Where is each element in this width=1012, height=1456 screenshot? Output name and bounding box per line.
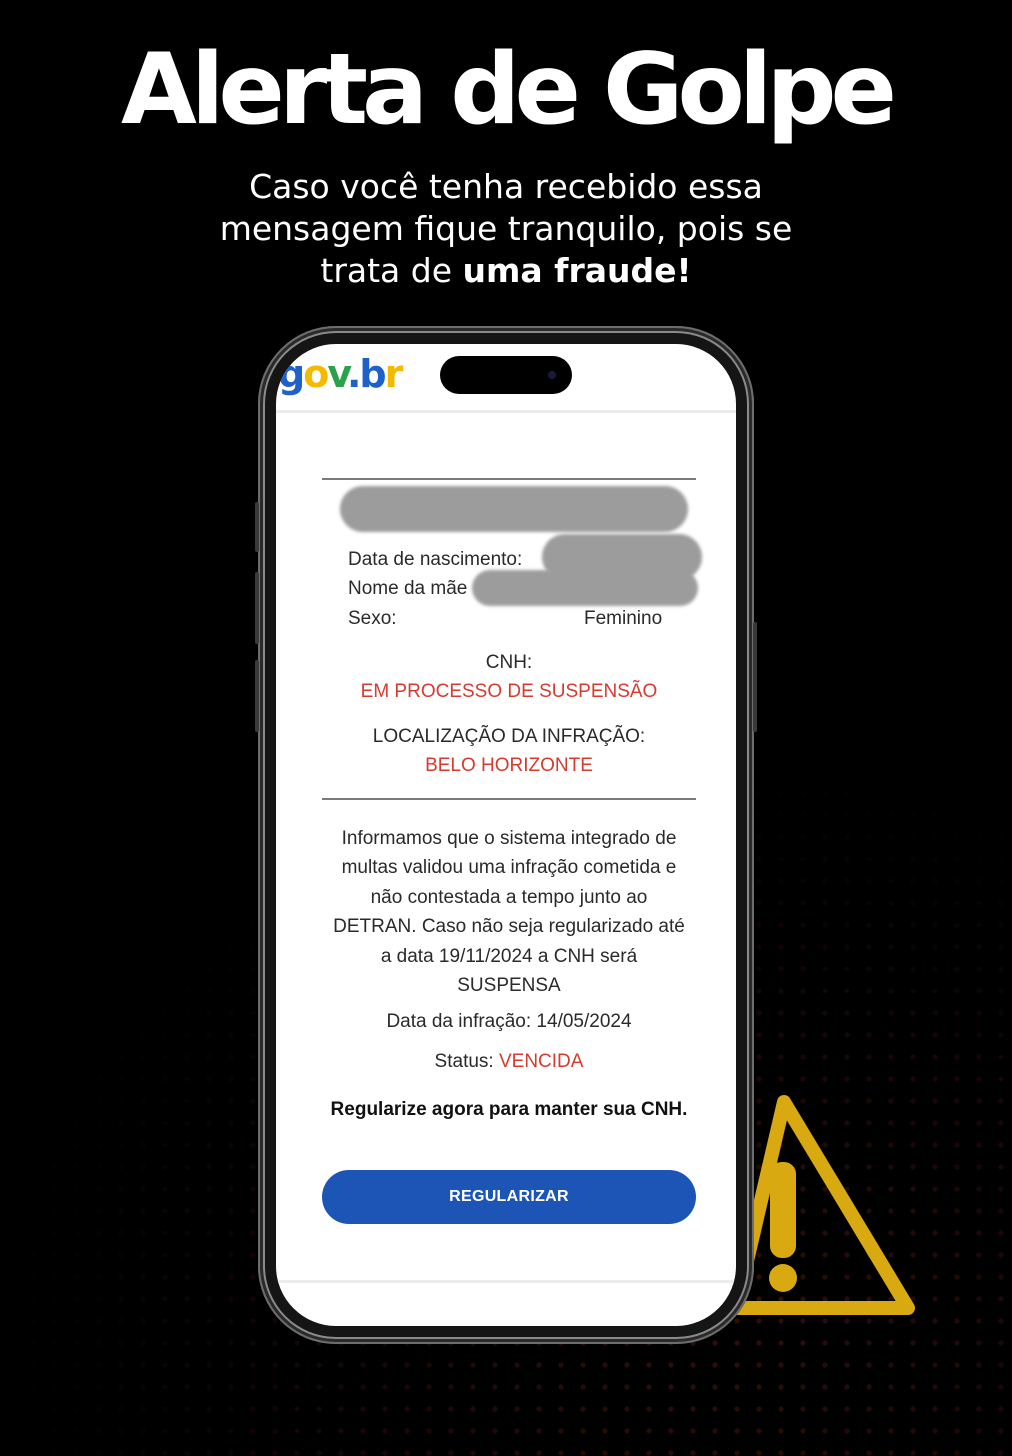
divider-top: [322, 478, 696, 480]
phone-side-button-2: [255, 572, 259, 644]
sex-value: Feminino: [584, 608, 663, 629]
subtitle-line-3: trata de uma fraude!: [150, 250, 862, 292]
notice-line: DETRAN. Caso não seja regularizado até: [333, 916, 685, 938]
notice-line: a data 19/11/2024 a CNH será: [380, 945, 638, 967]
front-camera: [548, 371, 556, 379]
phone-screen: gov.br Data de nascimento: Nome da mãe S…: [276, 344, 736, 1326]
phone-side-button-3: [255, 660, 259, 732]
notice-line: Informamos que o sistema integrado de: [341, 828, 677, 849]
redacted-mother-name: [472, 570, 698, 606]
birth-date-label: Data de nascimento:: [348, 549, 523, 570]
phone-power-button: [753, 622, 757, 732]
mother-name-label: Nome da mãe: [348, 578, 468, 599]
notice-line: não contestada a tempo junto ao: [370, 886, 648, 908]
location-value: BELO HORIZONTE: [425, 755, 593, 776]
phone-mockup: gov.br Data de nascimento: Nome da mãe S…: [255, 326, 757, 1344]
status-label: Status:: [434, 1051, 499, 1072]
subtitle: Caso você tenha recebido essa mensagem f…: [150, 166, 862, 292]
status-line: Status: VENCIDA: [276, 1050, 736, 1074]
sex-label: Sexo:: [348, 608, 397, 629]
infraction-date: Data da infração: 14/05/2024: [386, 1011, 632, 1032]
footer-divider: [276, 1280, 736, 1283]
cta-text: Regularize agora para manter sua CNH.: [330, 1099, 688, 1120]
govbr-logo: gov.br: [278, 352, 403, 396]
cnh-label: CNH:: [485, 652, 533, 673]
warning-triangle-icon: [729, 1095, 915, 1315]
location-label: LOCALIZAÇÃO DA INFRAÇÃO:: [372, 726, 646, 747]
subtitle-line-2: mensagem fique tranquilo, pois se: [219, 209, 793, 248]
notice-line: multas validou uma infração cometida e: [341, 857, 677, 879]
subtitle-line-3-prefix: trata de: [320, 251, 463, 290]
header-divider: [276, 410, 736, 413]
dynamic-island: [440, 356, 572, 394]
redacted-name: [340, 486, 688, 532]
subtitle-line-3-bold: uma fraude!: [462, 251, 692, 290]
notice-line: SUSPENSA: [457, 975, 561, 997]
regularize-button[interactable]: REGULARIZAR: [322, 1170, 696, 1224]
cnh-status: EM PROCESSO DE SUSPENSÃO: [360, 681, 658, 702]
status-value: VENCIDA: [498, 1051, 584, 1072]
subtitle-line-1: Caso você tenha recebido essa: [249, 167, 763, 206]
headline: Alerta de Golpe: [120, 33, 897, 147]
notice-paragraph: Informamos que o sistema integrado de mu…: [316, 824, 702, 1000]
divider-middle: [322, 798, 696, 800]
phone-side-button-1: [255, 502, 259, 552]
